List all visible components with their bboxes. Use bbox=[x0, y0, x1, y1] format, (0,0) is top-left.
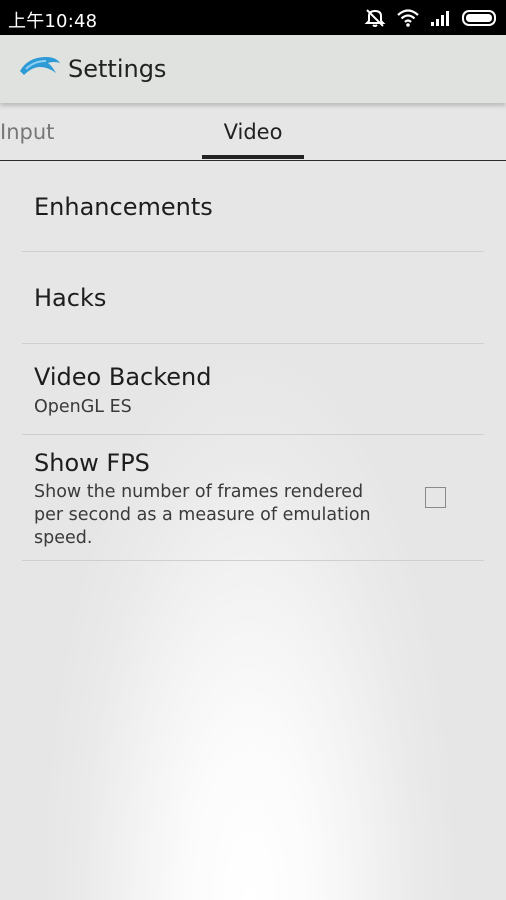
pref-show-fps[interactable]: Show FPS Show the number of frames rende… bbox=[22, 435, 484, 561]
status-time: 上午10:48 bbox=[8, 11, 98, 32]
mute-icon bbox=[364, 7, 386, 29]
wifi-icon bbox=[396, 8, 420, 28]
tab-video[interactable]: Video bbox=[202, 110, 304, 160]
tab-selected-indicator bbox=[202, 155, 304, 159]
show-fps-checkbox[interactable] bbox=[425, 487, 446, 508]
pref-enhancements[interactable]: Enhancements bbox=[22, 161, 484, 252]
pref-title: Hacks bbox=[34, 284, 107, 312]
page-title: Settings bbox=[68, 55, 167, 83]
status-icons bbox=[364, 6, 498, 30]
pref-title: Video Backend bbox=[34, 363, 212, 391]
pref-title: Show FPS bbox=[34, 449, 150, 477]
pref-hacks[interactable]: Hacks bbox=[22, 252, 484, 344]
tab-bar: Input Video bbox=[0, 110, 506, 161]
signal-icon bbox=[430, 9, 452, 27]
pref-video-backend[interactable]: Video Backend OpenGL ES bbox=[22, 344, 484, 435]
battery-icon bbox=[462, 10, 498, 26]
pref-summary: OpenGL ES bbox=[34, 397, 132, 417]
status-bar: 上午10:48 bbox=[0, 0, 506, 35]
pref-summary: Show the number of frames rendered per s… bbox=[34, 482, 371, 548]
action-bar: Settings bbox=[0, 35, 506, 103]
tab-input[interactable]: Input bbox=[0, 120, 54, 144]
dolphin-logo-icon[interactable] bbox=[18, 53, 62, 85]
pref-title: Enhancements bbox=[34, 193, 213, 221]
